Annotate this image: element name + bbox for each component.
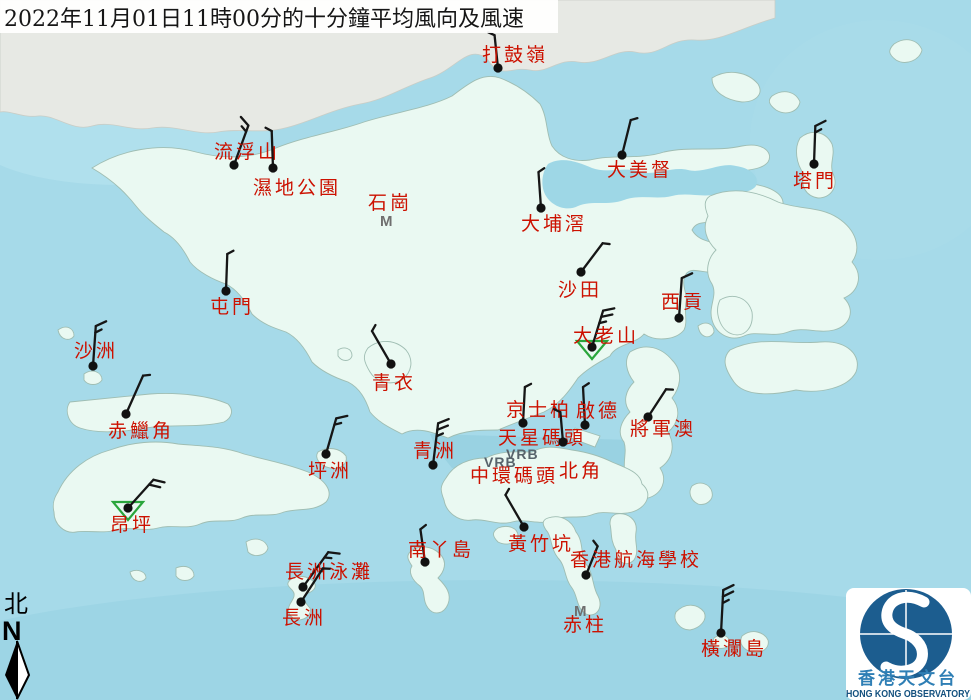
map-title: 2022年11月01日11時00分的十分鐘平均風向及風速 bbox=[4, 7, 524, 32]
station-label: 坪洲 bbox=[308, 460, 352, 482]
station-label: 濕地公園 bbox=[253, 177, 341, 199]
station-label: 沙田 bbox=[558, 279, 602, 301]
logo-name-en: HONG KONG OBSERVATORY bbox=[846, 689, 970, 700]
station-dot bbox=[576, 267, 585, 276]
station-label: 打鼓嶺 bbox=[482, 44, 548, 66]
hko-logo: 香港天文台 HONG KONG OBSERVATORY bbox=[846, 588, 971, 700]
wind-map: 打鼓嶺流浮山濕地公園 M石崗 大美督塔門大埔滘沙田西貢大老山 屯門沙洲赤鱲角 青衣坪洲 青… bbox=[0, 0, 971, 700]
logo-name-zh: 香港天文台 bbox=[858, 668, 958, 689]
station-label: 昂坪 bbox=[110, 514, 154, 536]
station-label: 青衣 bbox=[372, 372, 416, 394]
station-dot bbox=[123, 503, 132, 512]
station-dot bbox=[121, 409, 130, 418]
station-label: 沙洲 bbox=[74, 340, 118, 362]
station-label: 北角 bbox=[559, 460, 603, 482]
land-tung-lung bbox=[690, 483, 712, 504]
station-label: 石崗 bbox=[368, 192, 412, 214]
wind-map-page: 打鼓嶺流浮山濕地公園 M石崗 大美督塔門大埔滘沙田西貢大老山 屯門沙洲赤鱲角 青衣坪洲 青… bbox=[0, 0, 971, 700]
missing-data-marker: M bbox=[380, 213, 393, 230]
station-label: 長洲泳灘 bbox=[285, 561, 373, 583]
station-label: 流浮山 bbox=[214, 141, 280, 163]
station-label: 香港航海學校 bbox=[570, 549, 702, 571]
station-label: 橫瀾島 bbox=[701, 638, 767, 660]
station-label: 西貢 bbox=[661, 291, 705, 313]
station-dot bbox=[321, 449, 330, 458]
land-high-island bbox=[725, 341, 857, 393]
land-sha-chau-islet bbox=[84, 371, 102, 384]
station-dot bbox=[581, 570, 590, 579]
station-dot bbox=[386, 359, 395, 368]
station-label: 青洲 bbox=[413, 440, 457, 462]
station-dot bbox=[558, 437, 567, 446]
station-label: 啟德 bbox=[576, 400, 620, 422]
station-dot bbox=[809, 159, 818, 168]
south-open-sea bbox=[0, 580, 971, 700]
station-dot bbox=[536, 203, 545, 212]
station-label: 屯門 bbox=[210, 296, 254, 318]
station-label: 大埔滘 bbox=[521, 213, 587, 235]
station-label: 南丫島 bbox=[408, 539, 474, 561]
station-label: 天星碼頭 bbox=[498, 427, 586, 449]
station-label: 塔門 bbox=[793, 170, 837, 192]
station-label: 將軍澳 bbox=[630, 418, 696, 440]
station-dot bbox=[88, 361, 97, 370]
north-label-zh: 北 bbox=[4, 590, 28, 618]
station-label: 長洲 bbox=[282, 607, 326, 629]
north-label-en: N bbox=[2, 616, 22, 646]
station-label: 赤柱 bbox=[563, 614, 607, 636]
land-ma-wan bbox=[338, 348, 352, 361]
station-dot bbox=[674, 313, 683, 322]
station-dot bbox=[298, 582, 307, 591]
station-label: 黃竹坑 bbox=[508, 533, 574, 555]
station-dot bbox=[221, 286, 230, 295]
station-dot bbox=[268, 163, 277, 172]
station-dot bbox=[716, 628, 725, 637]
station-label: 赤鱲角 bbox=[108, 420, 174, 442]
station-label: 大美督 bbox=[607, 159, 673, 181]
station-label: 大老山 bbox=[573, 325, 639, 347]
station-label: 中環碼頭 bbox=[470, 465, 558, 487]
station-dot bbox=[519, 522, 528, 531]
station-dot bbox=[296, 597, 305, 606]
station-label: 京士柏 bbox=[506, 399, 572, 421]
